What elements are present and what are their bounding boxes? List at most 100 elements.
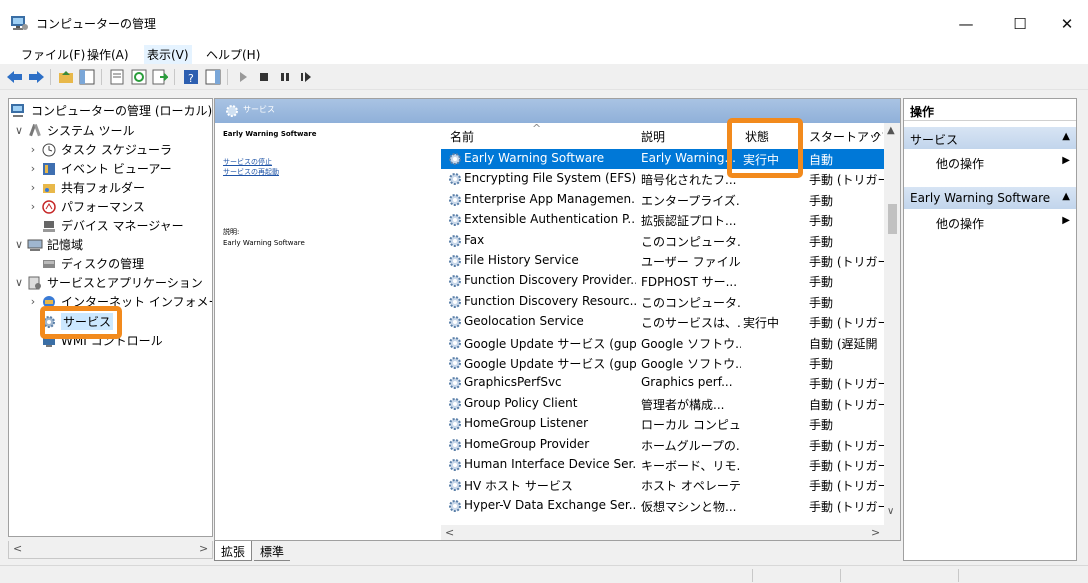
chevron-down-icon[interactable]: ∨ (13, 276, 25, 289)
chevron-right-icon[interactable]: › (27, 143, 39, 156)
performance-icon (41, 199, 57, 215)
collapse-up-icon[interactable]: ▲ (1062, 191, 1070, 202)
service-name: Function Discovery Resourc... (464, 293, 636, 308)
tree-horizontal-scrollbar[interactable]: < > (8, 541, 213, 559)
scroll-right-icon[interactable]: > (871, 526, 880, 539)
menu-help[interactable]: ヘルプ(H) (203, 45, 263, 64)
tree-item-services-and-applications[interactable]: ∨ サービスとアプリケーション (13, 273, 203, 292)
tree-item-system-tools[interactable]: ∨ システム ツール (13, 121, 134, 140)
device-manager-icon (41, 218, 57, 234)
start-service-button[interactable] (234, 68, 252, 86)
tree-item-performance[interactable]: › パフォーマンス (27, 197, 145, 216)
chevron-right-icon[interactable]: › (27, 200, 39, 213)
show-hide-tree-button[interactable] (78, 68, 96, 86)
action-more-actions-selected-service[interactable]: 他の操作 ▶ (904, 212, 1076, 232)
table-row[interactable]: Function Discovery Provider... FDPHOST サー… (441, 271, 884, 291)
scroll-down-icon[interactable]: ∨ (887, 506, 894, 517)
table-row[interactable]: HomeGroup Listener ローカル コンピュ... 手動 (441, 414, 884, 434)
tree-item-disk-management[interactable]: ディスクの管理 (41, 254, 144, 273)
table-row[interactable]: Hyper-V Data Exchange Ser... 仮想マシンと物... 手動… (441, 496, 884, 516)
window-title: コンピューターの管理 (36, 17, 157, 31)
forward-button[interactable] (27, 68, 45, 86)
services-horizontal-scrollbar[interactable]: < > (441, 525, 884, 540)
tree-item-shared-folders[interactable]: › 共有フォルダー (27, 178, 145, 197)
menu-action[interactable]: 操作(A) (84, 45, 132, 64)
gear-icon (447, 212, 463, 228)
table-row[interactable]: HomeGroup Provider ホームグループの... 手動 (トリガー (441, 435, 884, 455)
stop-icon (260, 73, 268, 81)
scroll-left-icon[interactable]: < (13, 542, 22, 555)
restart-service-button[interactable] (297, 68, 315, 86)
chevron-down-icon[interactable]: ∨ (13, 124, 25, 137)
table-row[interactable]: Google Update サービス (gup... Google ソフトウ...… (441, 333, 884, 353)
table-row[interactable]: Google Update サービス (gup... Google ソフトウ...… (441, 353, 884, 373)
restart-service-link[interactable]: サービスの再起動 (223, 167, 279, 177)
scroll-up-icon[interactable]: ▲ (887, 125, 895, 136)
service-name: Encrypting File System (EFS) (464, 171, 636, 186)
table-row[interactable]: Encrypting File System (EFS) 暗号化されたフ... 手動… (441, 169, 884, 189)
scroll-right-icon[interactable]: > (199, 542, 208, 555)
column-header-name[interactable]: 名前 (450, 127, 474, 147)
service-startup-type: 手動 (809, 295, 834, 310)
services-apps-icon (27, 275, 43, 291)
actions-section-selected-service[interactable]: Early Warning Software ▲ (904, 187, 1076, 209)
tree-item-computer-management[interactable]: コンピューターの管理 (ローカル) (11, 101, 212, 120)
table-row[interactable]: GraphicsPerfSvc Graphics perf... 手動 (トリガー (441, 373, 884, 393)
chevron-right-icon[interactable]: › (27, 162, 39, 175)
tree-item-task-scheduler[interactable]: › タスク スケジューラ (27, 140, 172, 159)
column-header-description[interactable]: 説明 (641, 127, 665, 147)
chevron-right-icon[interactable]: › (27, 295, 39, 308)
back-button[interactable] (6, 68, 24, 86)
table-row[interactable]: Function Discovery Resourc... このコンピュータ...… (441, 292, 884, 312)
description-label: 説明: (223, 228, 240, 236)
maximize-button[interactable]: ☐ (997, 8, 1043, 40)
submenu-arrow-icon: ▶ (1062, 215, 1070, 226)
pause-service-button[interactable] (276, 68, 294, 86)
table-row[interactable]: Early Warning Software Early Warning... 実行… (441, 149, 884, 169)
stop-service-link[interactable]: サービスの停止 (223, 157, 272, 167)
refresh-button[interactable] (130, 68, 148, 86)
action-more-actions-services[interactable]: 他の操作 ▶ (904, 152, 1076, 172)
table-row[interactable]: Geolocation Service このサービスは、... 実行中 手動 (トリガ… (441, 312, 884, 332)
tree-item-device-manager[interactable]: デバイス マネージャー (41, 216, 184, 235)
help-button[interactable]: ? (182, 68, 200, 86)
scroll-thumb[interactable] (888, 204, 897, 234)
minimize-button[interactable]: — (943, 8, 989, 40)
table-row[interactable]: Human Interface Device Ser... キーボード、リモ...… (441, 455, 884, 475)
table-row[interactable]: Enterprise App Managemen... エンタープライズ... 手動 (441, 190, 884, 210)
chevron-down-icon[interactable]: ∨ (13, 238, 25, 251)
close-button[interactable]: ✕ (1044, 8, 1088, 40)
show-hide-action-pane-button[interactable] (204, 68, 222, 86)
scroll-left-icon[interactable]: < (445, 526, 454, 539)
service-description: キーボード、リモ... (641, 459, 741, 473)
tab-standard[interactable]: 標準 (254, 541, 291, 561)
service-startup-type: 手動 (809, 418, 834, 433)
properties-button[interactable] (108, 68, 126, 86)
table-row[interactable]: Extensible Authentication P... 拡張認証プロト...… (441, 210, 884, 230)
services-vertical-scrollbar[interactable]: ▲ ∨ (884, 123, 900, 540)
stop-service-button[interactable] (255, 68, 273, 86)
export-button[interactable] (151, 68, 169, 86)
tree-item-storage[interactable]: ∨ 記憶域 (13, 235, 83, 254)
chevron-up-icon: ^ (872, 130, 883, 144)
service-name: Hyper-V Data Exchange Ser... (464, 497, 636, 512)
service-description: ホームグループの... (641, 438, 741, 453)
menu-file[interactable]: ファイル(F) (18, 45, 88, 64)
gear-icon (447, 437, 463, 453)
table-row[interactable]: Fax このコンピュータ... 手動 (441, 231, 884, 251)
gear-icon (226, 105, 238, 117)
table-row[interactable]: Group Policy Client 管理者が構成... 自動 (トリガー (441, 394, 884, 414)
gear-icon (447, 253, 463, 269)
up-folder-button[interactable] (57, 68, 75, 86)
table-row[interactable]: HV ホスト サービス ホスト オペレーテ... 手動 (トリガー (441, 475, 884, 495)
service-name: Geolocation Service (464, 314, 584, 329)
pause-icon (281, 73, 289, 81)
menu-view[interactable]: 表示(V) (144, 45, 192, 64)
actions-section-services[interactable]: サービス ▲ (904, 127, 1076, 149)
tab-extended[interactable]: 拡張 (214, 541, 253, 561)
tree-item-event-viewer[interactable]: › イベント ビューアー (27, 159, 172, 178)
chevron-right-icon[interactable]: › (27, 181, 39, 194)
tools-icon (27, 123, 43, 139)
table-row[interactable]: File History Service ユーザー ファイル... 手動 (トリガー (441, 251, 884, 271)
collapse-up-icon[interactable]: ▲ (1062, 131, 1070, 142)
